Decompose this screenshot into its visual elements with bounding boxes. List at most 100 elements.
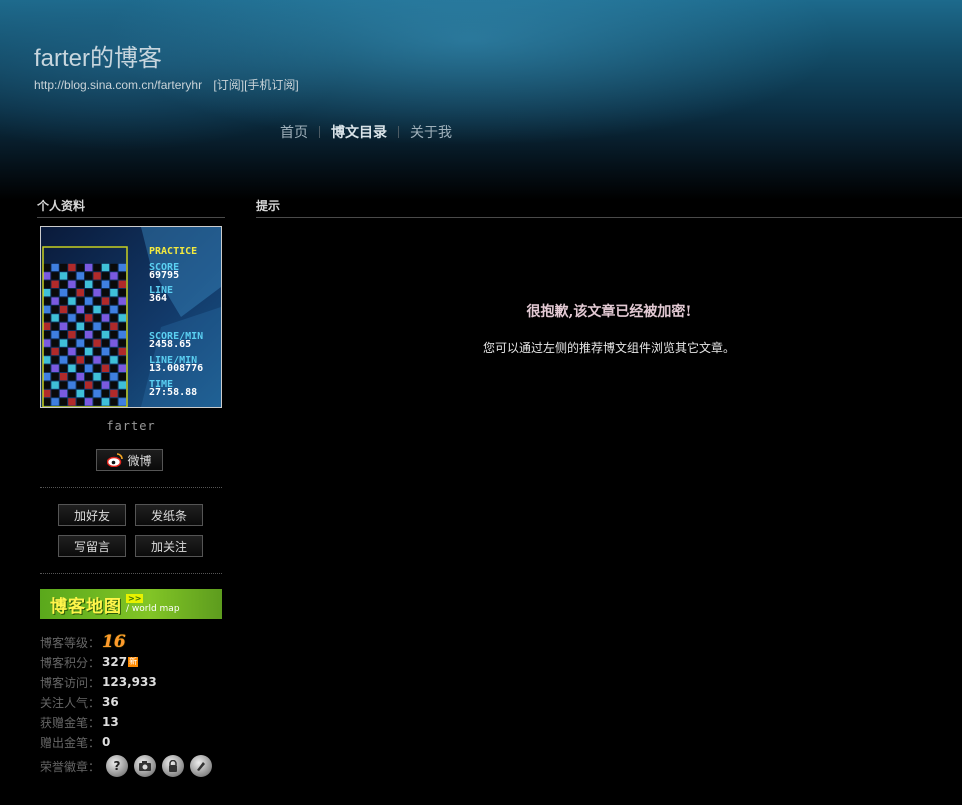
tetris-cell xyxy=(85,297,93,305)
world-map-banner[interactable]: 博客地图 >> / world map xyxy=(40,589,222,619)
stat-visits-label: 博客访问： xyxy=(40,675,101,690)
tetris-cell xyxy=(110,398,118,406)
tetris-cell xyxy=(68,389,76,398)
tetris-cell xyxy=(93,322,101,330)
tetris-cell xyxy=(110,347,118,356)
tetris-cell xyxy=(93,305,101,314)
tetris-cell xyxy=(85,331,93,339)
tetris-cell xyxy=(85,398,93,406)
tetris-cell xyxy=(43,389,51,398)
tetris-cell xyxy=(110,305,118,314)
tetris-cell xyxy=(85,373,93,381)
tetris-cell xyxy=(76,272,84,280)
tetris-cell xyxy=(51,364,59,372)
tetris-cell xyxy=(85,280,93,288)
tetris-cell xyxy=(110,381,118,389)
tetris-cell xyxy=(101,263,110,272)
tetris-cell xyxy=(59,305,68,314)
tetris-cell xyxy=(101,381,110,389)
encrypted-notice-title: 很抱歉,该文章已经被加密! xyxy=(526,304,692,320)
avatar[interactable]: PRACTICE SCORE 69795 LINE 364 SCORE/MIN … xyxy=(40,226,222,408)
tetris-cell xyxy=(76,339,84,347)
tetris-cell xyxy=(43,381,51,389)
tetris-cell xyxy=(59,297,68,305)
tetris-cell xyxy=(51,373,59,381)
tetris-cell xyxy=(101,314,110,322)
tetris-cell xyxy=(93,364,101,372)
tetris-cell xyxy=(110,331,118,339)
tetris-cell xyxy=(51,297,59,305)
score-min-value: 2458.65 xyxy=(149,339,191,350)
pen-badge-icon[interactable] xyxy=(190,755,213,777)
tetris-cell xyxy=(76,389,84,398)
tetris-cell xyxy=(85,364,93,372)
weibo-button[interactable]: 微博 xyxy=(96,449,163,471)
username[interactable]: farter xyxy=(40,419,222,433)
stat-popularity-value: 36 xyxy=(102,695,119,709)
write-message-button[interactable]: 写留言 xyxy=(58,535,126,557)
tetris-cell xyxy=(110,297,118,305)
tetris-cell xyxy=(110,314,118,322)
stat-level: 博客等级： 16 xyxy=(40,632,212,652)
tetris-cell xyxy=(93,280,101,288)
tetris-cell xyxy=(43,373,51,381)
tetris-cell xyxy=(59,339,68,347)
nav-about[interactable]: 关于我 xyxy=(410,122,452,142)
tetris-cell xyxy=(43,272,51,280)
tetris-cell xyxy=(93,389,101,398)
tetris-cell xyxy=(101,280,110,288)
nav-separator xyxy=(398,126,399,138)
add-friend-button[interactable]: 加好友 xyxy=(58,504,126,526)
avatar-tetris-image: PRACTICE SCORE 69795 LINE 364 SCORE/MIN … xyxy=(41,227,221,407)
tetris-cell xyxy=(110,389,118,398)
tetris-cell xyxy=(85,272,93,280)
tetris-cell xyxy=(43,280,51,288)
tetris-cell xyxy=(59,373,68,381)
tetris-cell xyxy=(118,263,126,272)
tetris-cell xyxy=(101,373,110,381)
tetris-cell xyxy=(51,331,59,339)
stat-gold-received-value: 13 xyxy=(102,715,119,729)
send-note-button[interactable]: 发纸条 xyxy=(135,504,203,526)
tetris-cell xyxy=(51,398,59,406)
stat-honor-label: 荣誉徽章： xyxy=(40,759,101,774)
blog-title[interactable]: farter的博客 xyxy=(34,38,162,73)
stat-honor: 荣誉徽章： ? xyxy=(40,752,213,780)
tetris-cell xyxy=(76,347,84,356)
question-badge-icon[interactable]: ? xyxy=(106,755,129,777)
tetris-cell xyxy=(93,373,101,381)
tetris-cell xyxy=(43,263,51,272)
stat-level-value[interactable]: 16 xyxy=(102,632,126,652)
profile-section-title: 个人资料 xyxy=(37,197,225,218)
divider xyxy=(40,487,222,488)
camera-badge-icon[interactable] xyxy=(134,755,157,777)
tetris-cell xyxy=(43,331,51,339)
tetris-cell xyxy=(85,314,93,322)
blog-url-link[interactable]: http://blog.sina.com.cn/farteryhr xyxy=(34,78,202,92)
lock-badge-icon[interactable] xyxy=(162,755,185,777)
tetris-cell xyxy=(51,347,59,356)
tetris-cell xyxy=(93,297,101,305)
tetris-cell xyxy=(59,356,68,364)
mobile-subscribe-link[interactable]: [手机订阅] xyxy=(244,78,299,92)
tetris-cell xyxy=(76,289,84,297)
tetris-cell xyxy=(59,381,68,389)
follow-button[interactable]: 加关注 xyxy=(135,535,203,557)
stat-gold-given: 赠出金笔： 0 xyxy=(40,732,212,752)
stat-popularity-label: 关注人气： xyxy=(40,695,101,710)
tetris-cell xyxy=(101,289,110,297)
weibo-icon xyxy=(107,453,124,467)
tetris-cell xyxy=(68,314,76,322)
tetris-cell xyxy=(59,272,68,280)
world-map-subtitle: / world map xyxy=(126,604,180,614)
tetris-cell xyxy=(51,280,59,288)
nav-home[interactable]: 首页 xyxy=(280,122,308,142)
tetris-cell xyxy=(76,322,84,330)
subscribe-link[interactable]: [订阅] xyxy=(213,78,244,92)
stat-level-label: 博客等级： xyxy=(40,635,101,650)
tetris-cell xyxy=(110,280,118,288)
nav-article-list[interactable]: 博文目录 xyxy=(331,122,387,142)
tetris-cell xyxy=(118,314,126,322)
tetris-cell xyxy=(110,364,118,372)
tetris-cell xyxy=(51,305,59,314)
